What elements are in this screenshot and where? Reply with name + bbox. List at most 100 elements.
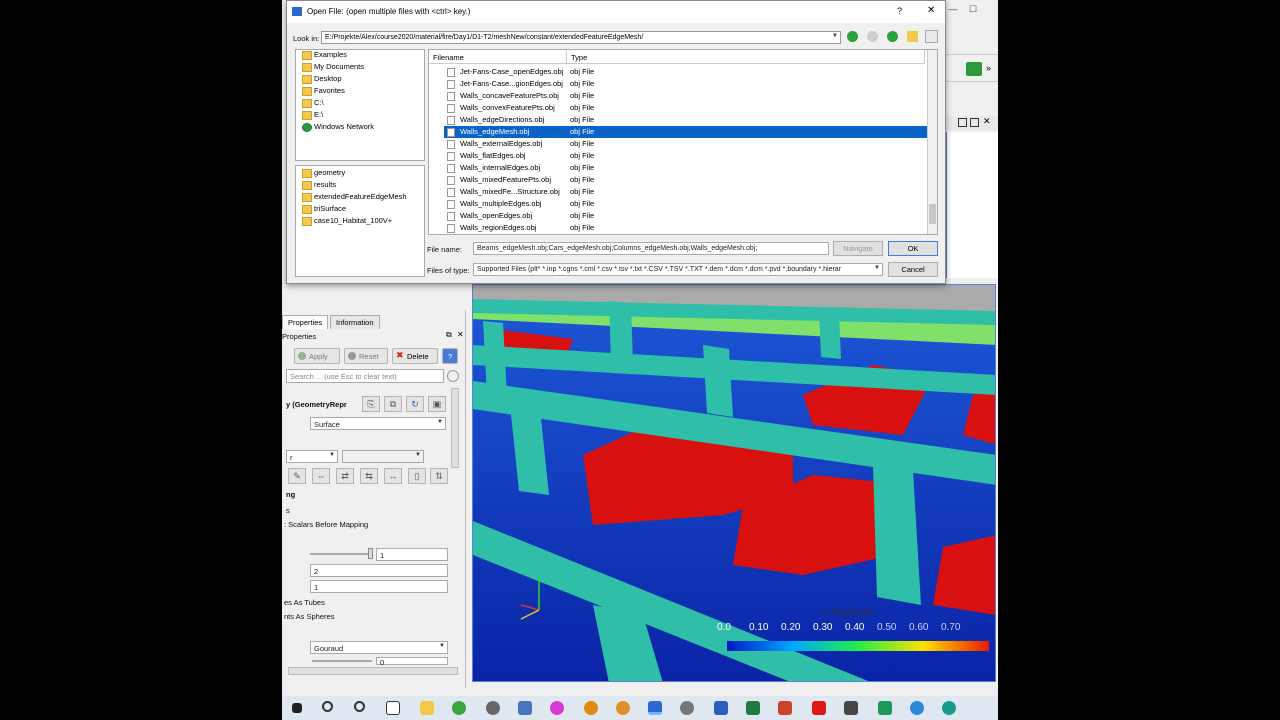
file-row[interactable]: Walls_mixedFeaturePts.obj obj File [444, 174, 928, 186]
more-tools-icon[interactable]: » [986, 63, 991, 73]
app-icon[interactable] [942, 701, 956, 715]
new-folder-icon[interactable] [907, 31, 918, 42]
app-icon[interactable] [844, 701, 858, 715]
file-row[interactable]: Jet-Fans-Case...gionEdges.obj obj File [444, 78, 928, 90]
close-icon[interactable]: ✕ [927, 5, 935, 16]
delete-range-icon[interactable]: ▯ [408, 468, 426, 484]
task-view-icon[interactable] [386, 701, 400, 715]
refresh-icon[interactable]: ↻ [406, 396, 424, 412]
rescale-custom-icon[interactable]: ⇄ [336, 468, 354, 484]
excel-icon[interactable] [746, 701, 760, 715]
file-row[interactable]: Walls_edgeDirections.obj obj File [444, 114, 928, 126]
file-row[interactable]: Walls_flatEdges.obj obj File [444, 150, 928, 162]
opacity-slider-handle[interactable] [368, 548, 373, 559]
app-icon[interactable] [486, 701, 500, 715]
recent-results[interactable]: results [300, 180, 336, 192]
minimize-button[interactable]: — [946, 4, 960, 16]
app-icon[interactable] [680, 701, 694, 715]
file-row[interactable]: Walls_concaveFeaturePts.obj obj File [444, 90, 928, 102]
rescale-time-icon[interactable]: ⇆ [360, 468, 378, 484]
app-icon[interactable] [616, 701, 630, 715]
vertical-scrollbar[interactable] [451, 388, 459, 468]
filename-input[interactable]: Beams_edgeMesh.obj;Cars_edgeMesh.obj;Col… [473, 242, 829, 255]
place-windows-network[interactable]: Windows Network [300, 122, 374, 134]
chrome-icon[interactable] [452, 701, 466, 715]
filetype-select[interactable]: Supported Files (plt* *.inp *.cgns *.cml… [473, 263, 883, 276]
tab-information[interactable]: Information [330, 315, 380, 329]
place-favorites[interactable]: Favorites [300, 86, 345, 98]
specular-slider-track[interactable] [312, 660, 372, 662]
file-row[interactable]: Jet-Fans-Case_openEdges.obj obj File [444, 66, 928, 78]
scrollbar-thumb[interactable] [929, 204, 936, 224]
coloring-select[interactable]: r ▼ [286, 450, 338, 463]
start-icon[interactable] [292, 703, 302, 713]
close-view-icon[interactable]: ✕ [983, 116, 991, 127]
navigate-button[interactable]: Navigate [833, 241, 883, 256]
paraview-icon[interactable] [648, 701, 662, 715]
settings-icon[interactable] [925, 30, 938, 43]
search-icon[interactable] [322, 701, 333, 712]
app-icon[interactable] [518, 701, 532, 715]
file-row[interactable]: Walls_edgeMesh.obj obj File [444, 126, 928, 138]
cancel-button[interactable]: Cancel [888, 262, 938, 277]
float-icon[interactable]: ⧉ [446, 330, 452, 340]
split-icon[interactable] [958, 118, 967, 127]
recent-trisurface[interactable]: triSurface [300, 204, 346, 216]
color-edit-icon[interactable]: ✎ [288, 468, 306, 484]
ok-button[interactable]: OK [888, 241, 938, 256]
help-button[interactable]: ? [442, 348, 458, 364]
forward-icon[interactable] [867, 31, 878, 42]
place-c-drive[interactable]: C:\ [300, 98, 324, 110]
place-examples[interactable]: Examples [300, 50, 347, 62]
place-desktop[interactable]: Desktop [300, 74, 342, 86]
opacity-slider-track[interactable] [310, 553, 370, 555]
line-width-field[interactable]: 2 [310, 564, 448, 577]
delete-button[interactable]: ✖ Delete [392, 348, 438, 364]
close-panel-icon[interactable]: ✕ [457, 330, 464, 339]
place-e-drive[interactable]: E:\ [300, 110, 323, 122]
app-icon[interactable] [878, 701, 892, 715]
tab-properties[interactable]: Properties [282, 315, 329, 329]
save-icon[interactable]: ▣ [428, 396, 446, 412]
maximize-button[interactable]: ☐ [966, 4, 980, 16]
representation-select[interactable]: Surface ▼ [310, 417, 446, 430]
reset-button[interactable]: Reset [344, 348, 388, 364]
app-icon[interactable] [550, 701, 564, 715]
column-type[interactable]: Type [567, 50, 925, 64]
interpolation-select[interactable]: Gouraud ▼ [310, 641, 448, 654]
acrobat-icon[interactable] [812, 701, 826, 715]
cortana-icon[interactable] [354, 701, 365, 712]
firefox-icon[interactable] [584, 701, 598, 715]
help-icon[interactable]: ? [897, 6, 902, 16]
word-icon[interactable] [714, 701, 728, 715]
file-row[interactable]: Walls_convexFeaturePts.obj obj File [444, 102, 928, 114]
search-input[interactable]: Search ... (use Esc to clear text) [286, 369, 444, 383]
file-row[interactable]: Walls_mixedFe...Structure.obj obj File [444, 186, 928, 198]
opacity-field[interactable]: 1 [376, 548, 448, 561]
pipeline-icon[interactable] [966, 62, 982, 76]
look-in-select[interactable]: E:/Projekte/Alex/course2020/material/fir… [321, 31, 841, 44]
rescale-visible-icon[interactable]: ↔ [384, 468, 402, 484]
invert-icon[interactable]: ⇅ [430, 468, 448, 484]
horizontal-scrollbar[interactable] [288, 667, 458, 675]
file-row[interactable]: Walls_regionEdges.obj obj File [444, 222, 928, 234]
file-row[interactable]: Walls_multipleEdges.obj obj File [444, 198, 928, 210]
column-filename[interactable]: Filename [429, 50, 567, 64]
recent-extendedfeatureedgemesh[interactable]: extendedFeatureEdgeMesh [300, 192, 407, 204]
rescale-icon[interactable]: ⇔ [312, 468, 330, 484]
file-row[interactable]: Walls_externalEdges.obj obj File [444, 138, 928, 150]
file-row[interactable]: Walls_openEdges.obj obj File [444, 210, 928, 222]
settings-gear-icon[interactable] [447, 370, 459, 382]
apply-button[interactable]: Apply [294, 348, 340, 364]
file-row[interactable]: Walls_internalEdges.obj obj File [444, 162, 928, 174]
restore-view-icon[interactable] [970, 118, 979, 127]
specular-field[interactable]: 0 [376, 657, 448, 667]
recent-geometry[interactable]: geometry [300, 168, 345, 180]
parent-dir-icon[interactable] [887, 31, 898, 42]
back-icon[interactable] [847, 31, 858, 42]
copy-icon[interactable]: ⎘ [362, 396, 380, 412]
paste-icon[interactable]: ⧉ [384, 396, 402, 412]
recent-case10[interactable]: case10_Habitat_100V+ [300, 216, 392, 228]
telegram-icon[interactable] [910, 701, 924, 715]
file-explorer-icon[interactable] [420, 701, 434, 715]
